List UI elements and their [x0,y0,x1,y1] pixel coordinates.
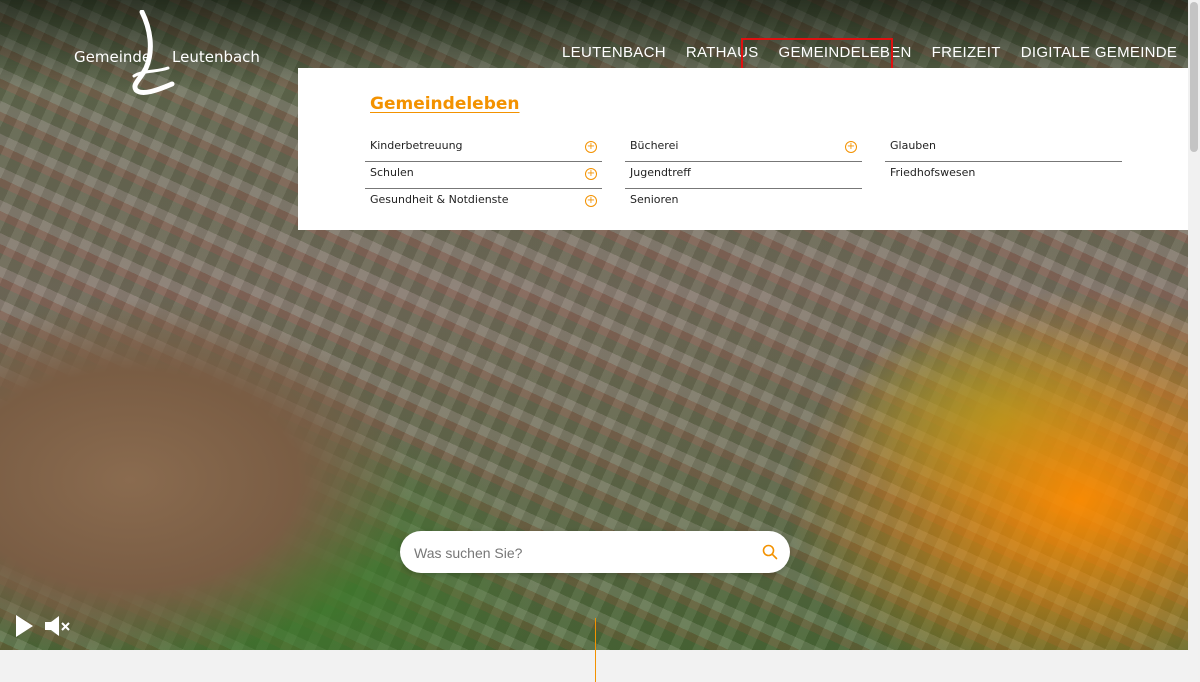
scrollbar-thumb[interactable] [1190,2,1198,152]
search-input[interactable] [412,541,746,565]
play-icon[interactable] [14,614,34,642]
logo-mark-icon [132,10,175,95]
menu-item-label: Senioren [630,193,679,206]
video-controls [14,614,72,642]
search-icon[interactable] [762,544,778,564]
mega-menu: Gemeindeleben Kinderbetreuung + Schulen … [298,68,1188,230]
menu-item-label: Schulen [370,166,414,179]
site-logo[interactable]: Gemeinde Leutenbach [72,10,260,96]
menu-item-friedhofswesen[interactable]: Friedhofswesen [885,162,1122,189]
menu-item-gesundheit-notdienste[interactable]: Gesundheit & Notdienste + [365,189,602,216]
nav-item-freizeit[interactable]: FREIZEIT [922,42,1011,66]
plus-circle-icon[interactable]: + [585,195,597,207]
plus-circle-icon[interactable]: + [845,141,857,153]
mega-menu-column-3: Glauben Friedhofswesen [885,135,1122,189]
nav-item-digitale-gemeinde[interactable]: DIGITALE GEMEINDE [1011,42,1188,66]
menu-item-jugendtreff[interactable]: Jugendtreff [625,162,862,189]
menu-item-buecherei[interactable]: Bücherei + [625,135,862,162]
scrollbar[interactable] [1188,0,1200,650]
menu-item-label: Glauben [890,139,937,152]
logo-text-leutenbach: Leutenbach [172,48,260,66]
mega-menu-column-2: Bücherei + Jugendtreff Senioren [625,135,862,216]
scroll-indicator-line [595,618,596,682]
plus-circle-icon[interactable]: + [585,141,597,153]
mute-icon[interactable] [44,614,72,642]
mega-menu-column-1: Kinderbetreuung + Schulen + Gesundheit &… [365,135,602,216]
menu-item-label: Jugendtreff [630,166,691,179]
menu-item-label: Kinderbetreuung [370,139,463,152]
menu-item-schulen[interactable]: Schulen + [365,162,602,189]
search-box [400,531,790,573]
plus-circle-icon[interactable]: + [585,168,597,180]
mega-menu-title[interactable]: Gemeindeleben [370,94,520,114]
menu-item-kinderbetreuung[interactable]: Kinderbetreuung + [365,135,602,162]
nav-item-leutenbach[interactable]: LEUTENBACH [552,42,676,66]
menu-item-label: Bücherei [630,139,679,152]
menu-item-glauben[interactable]: Glauben [885,135,1122,162]
menu-item-senioren[interactable]: Senioren [625,189,862,216]
menu-item-label: Gesundheit & Notdienste [370,193,509,206]
menu-item-label: Friedhofswesen [890,166,976,179]
